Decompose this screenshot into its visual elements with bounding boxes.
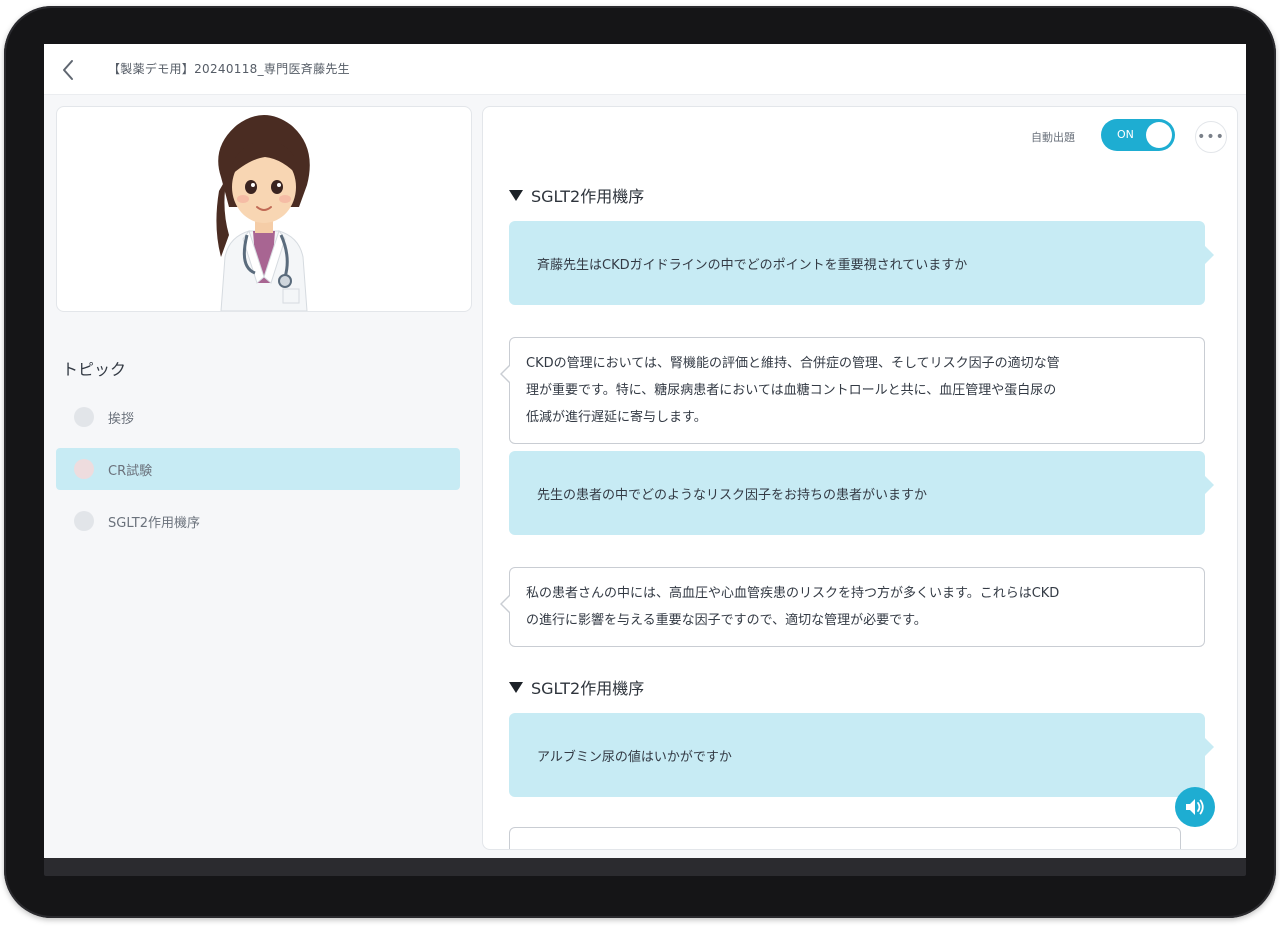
collapse-triangle-icon [509, 681, 523, 693]
speaker-button[interactable] [1175, 787, 1215, 827]
section-title: SGLT2作用機序 [531, 187, 645, 206]
topic-label: 挨拶 [108, 411, 135, 427]
answer-bubble-partial [509, 827, 1181, 849]
topic-status-icon [74, 511, 94, 531]
section-heading[interactable]: SGLT2作用機序 [509, 183, 644, 207]
app-screen: 【製薬デモ用】20240118_専門医斉藤先生 トピック 挨拶 CR試験 SGL… [44, 44, 1246, 858]
answer-line: CKDの管理においては、腎機能の評価と維持、合併症の管理、そしてリスク因子の適切… [526, 356, 1060, 371]
back-button[interactable] [54, 56, 82, 84]
question-text: 先生の患者の中でどのようなリスク因子をお持ちの患者がいますか [537, 487, 928, 503]
top-bar: 【製薬デモ用】20240118_専門医斉藤先生 [44, 44, 1246, 95]
chevron-left-icon [63, 60, 73, 80]
question-bubble: 斉藤先生はCKDガイドラインの中でどのポイントを重要視されていますか [509, 221, 1214, 305]
autoplay-label: 自動出題 [1031, 131, 1075, 144]
doctor-card [56, 106, 472, 312]
doctor-avatar-icon [216, 115, 310, 311]
question-bubble: 先生の患者の中でどのようなリスク因子をお持ちの患者がいますか [509, 451, 1214, 535]
answer-line: 理が重要です。特に、糖尿病患者においては血糖コントロールと共に、血圧管理や蛋白尿… [526, 383, 1057, 398]
speaker-icon [1186, 799, 1204, 815]
autoplay-toggle[interactable]: ON [1101, 119, 1175, 151]
collapse-triangle-icon [509, 189, 523, 201]
topic-label: CR試験 [108, 463, 153, 479]
answer-line: 低減が進行遅延に寄与します。 [526, 410, 707, 425]
question-text: 斉藤先生はCKDガイドラインの中でどのポイントを重要視されていますか [537, 257, 968, 273]
section-heading[interactable]: SGLT2作用機序 [509, 675, 644, 699]
question-text: アルブミン尿の値はいかがですか [537, 749, 732, 765]
chat-panel: 自動出題 ON ••• SGLT2作用機序 斉藤先生はCKDガイドラインの中でど… [482, 106, 1238, 850]
answer-line: 私の患者さんの中には、高血圧や心血管疾患のリスクを持つ方が多くいます。これらはC… [526, 586, 1060, 601]
more-options-button[interactable]: ••• [1195, 121, 1227, 153]
topic-item-greeting[interactable]: 挨拶 [56, 396, 460, 438]
topic-status-icon [74, 459, 94, 479]
tablet-bezel-strip [44, 858, 1246, 876]
answer-bubble: 私の患者さんの中には、高血圧や心血管疾患のリスクを持つ方が多くいます。これらはC… [500, 567, 1205, 647]
toggle-label: ON [1117, 128, 1134, 141]
page-title: 【製薬デモ用】20240118_専門医斉藤先生 [108, 62, 350, 76]
topic-item-cr-trial[interactable]: CR試験 [56, 448, 460, 490]
topic-item-sglt2[interactable]: SGLT2作用機序 [56, 500, 460, 542]
more-icon: ••• [1197, 129, 1225, 145]
section-title: SGLT2作用機序 [531, 679, 645, 698]
topic-status-icon [74, 407, 94, 427]
topic-heading: トピック [62, 360, 127, 379]
answer-bubble: CKDの管理においては、腎機能の評価と維持、合併症の管理、そしてリスク因子の適切… [500, 337, 1205, 444]
topic-label: SGLT2作用機序 [108, 515, 200, 531]
answer-line: の進行に影響を与える重要な因子ですので、適切な管理が必要です。 [526, 613, 927, 628]
toggle-knob [1146, 122, 1172, 148]
question-bubble: アルブミン尿の値はいかがですか [509, 713, 1214, 797]
